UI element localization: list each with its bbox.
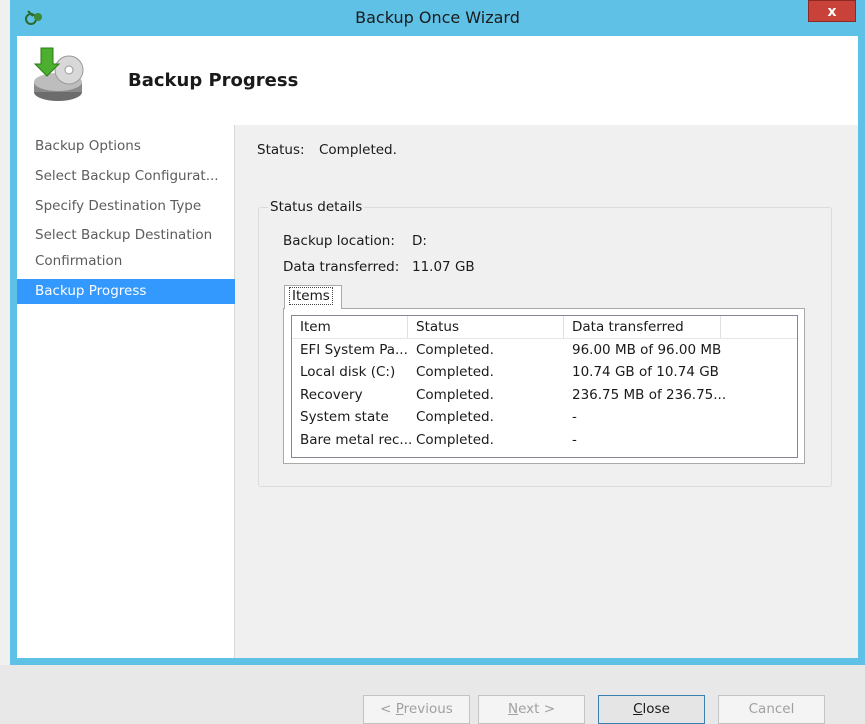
cell-status: Completed. bbox=[416, 409, 494, 425]
wizard-window: Backup Once Wizard x Backup Progress Bac… bbox=[10, 0, 865, 724]
sidebar-item-backup-options[interactable]: Backup Options bbox=[17, 134, 235, 159]
wizard-client-area: Backup Progress Backup Options Select Ba… bbox=[17, 36, 858, 724]
cell-data-transferred: 96.00 MB of 96.00 MB bbox=[572, 342, 722, 358]
page-title: Backup Progress bbox=[128, 70, 299, 91]
status-line: Status: Completed. bbox=[257, 142, 397, 158]
status-label: Status: bbox=[257, 142, 305, 158]
sidebar-item-backup-destination[interactable]: Select Backup Destination bbox=[17, 223, 235, 248]
column-header-data-transferred[interactable]: Data transferred bbox=[564, 316, 721, 338]
close-button[interactable]: Close bbox=[598, 695, 705, 724]
background-window-edge bbox=[0, 0, 10, 665]
cell-data-transferred: - bbox=[572, 409, 577, 425]
cell-status: Completed. bbox=[416, 387, 494, 403]
close-rest: lose bbox=[642, 701, 670, 717]
table-row[interactable]: Recovery Completed. 236.75 MB of 236.75.… bbox=[292, 384, 797, 406]
cell-status: Completed. bbox=[416, 342, 494, 358]
table-row[interactable]: System state Completed. - bbox=[292, 406, 797, 428]
cell-item: Recovery bbox=[300, 387, 363, 403]
items-list-view[interactable]: Item Status Data transferred EFI System … bbox=[291, 315, 798, 458]
window-title: Backup Once Wizard bbox=[355, 8, 520, 27]
previous-button[interactable]: < Previous bbox=[363, 695, 470, 724]
close-access-key: C bbox=[633, 701, 643, 717]
items-tab-panel: Item Status Data transferred EFI System … bbox=[283, 308, 805, 464]
sidebar-item-destination-type[interactable]: Specify Destination Type bbox=[17, 194, 235, 219]
backup-location-value: D: bbox=[412, 233, 427, 249]
wizard-header: Backup Progress bbox=[17, 36, 858, 125]
tab-items[interactable]: Items bbox=[284, 285, 342, 309]
status-details-legend: Status details bbox=[268, 199, 365, 215]
cancel-button[interactable]: Cancel bbox=[718, 695, 825, 724]
column-header-status[interactable]: Status bbox=[408, 316, 564, 338]
table-row[interactable]: Local disk (C:) Completed. 10.74 GB of 1… bbox=[292, 361, 797, 383]
cell-item: System state bbox=[300, 409, 389, 425]
backup-location-label: Backup location: bbox=[283, 233, 395, 249]
column-header-item[interactable]: Item bbox=[292, 316, 408, 338]
next-access-key: N bbox=[507, 701, 519, 717]
previous-access-key: P bbox=[395, 701, 404, 717]
wizard-main-panel: Status: Completed. Status details Backup … bbox=[235, 125, 858, 724]
cell-data-transferred: - bbox=[572, 432, 577, 448]
title-bar[interactable]: Backup Once Wizard x bbox=[10, 0, 865, 36]
data-transferred-label: Data transferred: bbox=[283, 259, 400, 275]
wizard-steps-sidebar: Backup Options Select Backup Configurat.… bbox=[17, 125, 235, 658]
cell-data-transferred: 10.74 GB of 10.74 GB bbox=[572, 364, 719, 380]
previous-rest: revious bbox=[403, 701, 453, 717]
cell-item: Bare metal rec... bbox=[300, 432, 413, 448]
cell-status: Completed. bbox=[416, 364, 494, 380]
table-row[interactable]: EFI System Pa... Completed. 96.00 MB of … bbox=[292, 339, 797, 361]
previous-prefix: < bbox=[380, 701, 396, 717]
list-header: Item Status Data transferred bbox=[292, 316, 797, 339]
sidebar-item-backup-progress[interactable]: Backup Progress bbox=[17, 279, 235, 304]
table-row[interactable]: Bare metal rec... Completed. - bbox=[292, 429, 797, 451]
data-transferred-row: Data transferred: 11.07 GB bbox=[283, 259, 475, 275]
sidebar-item-confirmation[interactable]: Confirmation bbox=[17, 249, 235, 274]
cell-status: Completed. bbox=[416, 432, 494, 448]
backup-disk-icon bbox=[33, 47, 84, 101]
status-value: Completed. bbox=[319, 142, 397, 158]
cell-item: Local disk (C:) bbox=[300, 364, 396, 380]
tab-items-label: Items bbox=[289, 287, 333, 305]
cell-item: EFI System Pa... bbox=[300, 342, 408, 358]
data-transferred-value: 11.07 GB bbox=[412, 259, 475, 275]
sidebar-item-backup-configuration[interactable]: Select Backup Configurat... bbox=[17, 164, 235, 189]
backup-location-row: Backup location: D: bbox=[283, 233, 427, 249]
close-window-button[interactable]: x bbox=[808, 0, 856, 22]
next-button[interactable]: Next > bbox=[478, 695, 585, 724]
cell-data-transferred: 236.75 MB of 236.75... bbox=[572, 387, 727, 403]
next-rest: ext > bbox=[518, 701, 556, 717]
